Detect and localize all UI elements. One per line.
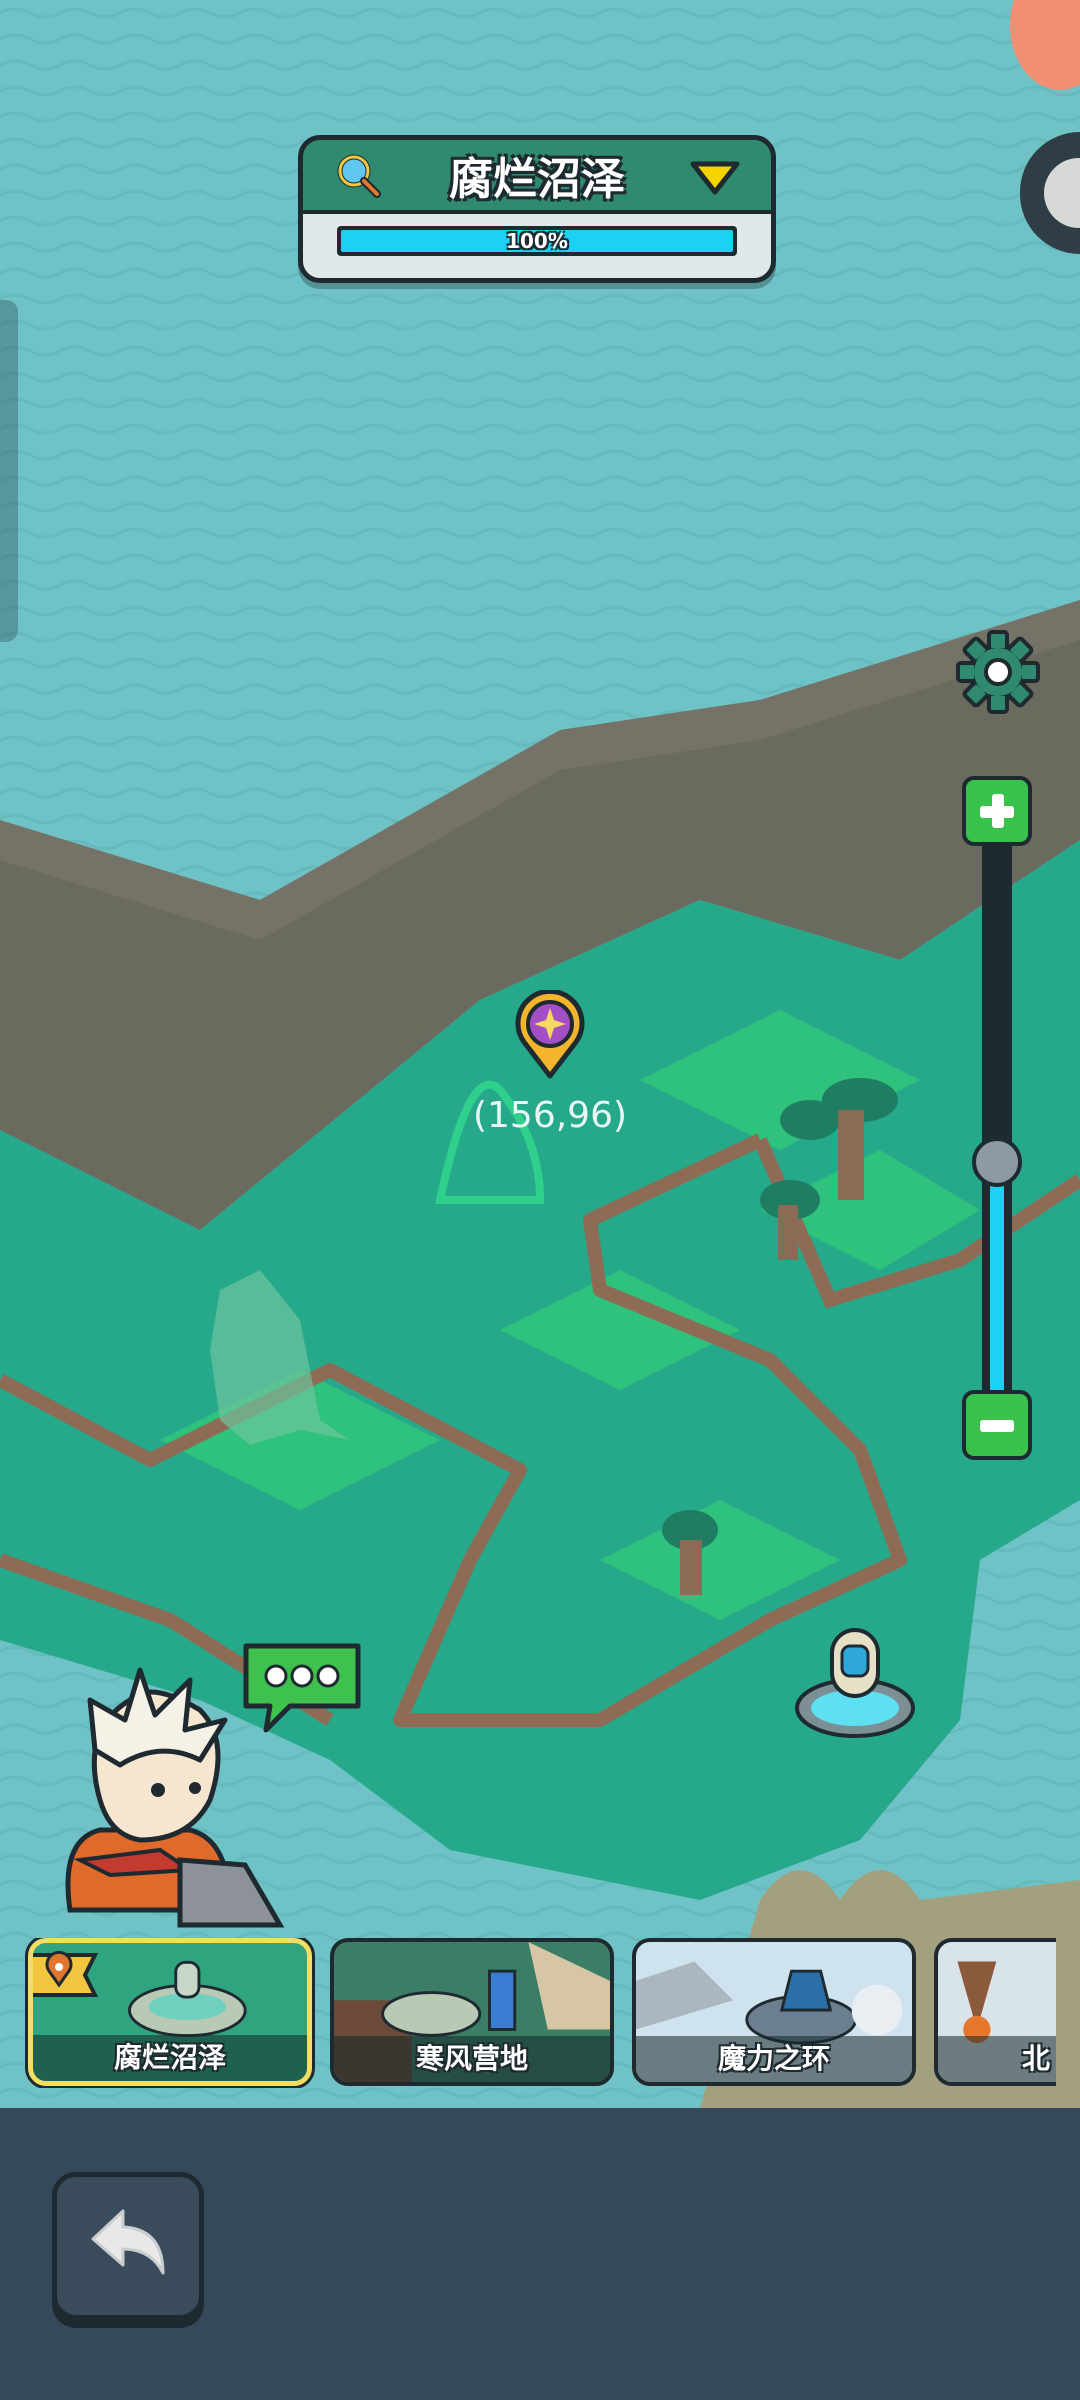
map-card-north[interactable]: 北 — [934, 1938, 1056, 2086]
card-label: 北 — [938, 2036, 1056, 2082]
card-label: 魔力之环 — [636, 2036, 912, 2082]
zoom-slider-handle[interactable] — [972, 1136, 1022, 1187]
coordinate-label: (156,96) — [472, 1095, 628, 1136]
map-card-rotten-swamp[interactable]: 腐烂沼泽 — [25, 1938, 315, 2088]
back-arrow-icon — [91, 2209, 165, 2275]
card-label: 寒风营地 — [334, 2036, 610, 2082]
left-drawer-handle[interactable] — [0, 300, 18, 642]
card-label: 腐烂沼泽 — [33, 2035, 307, 2081]
back-button[interactable] — [52, 2172, 204, 2320]
exploration-progress: 100% — [303, 210, 771, 278]
location-flag-icon — [33, 1950, 99, 1997]
map-card-magic-ring[interactable]: 魔力之环 — [632, 1938, 916, 2086]
zoom-slider[interactable] — [982, 846, 1012, 1390]
gear-icon[interactable] — [956, 630, 1040, 714]
magnifier-icon[interactable] — [333, 150, 383, 200]
portal-icon[interactable] — [790, 1620, 920, 1740]
region-title-bar: 腐烂沼泽 — [303, 140, 771, 210]
location-pin-icon[interactable] — [512, 990, 588, 1080]
progress-text: 100% — [506, 229, 568, 253]
zoom-out-button[interactable] — [962, 1390, 1032, 1460]
zoom-fill — [990, 1161, 1004, 1390]
progress-track: 100% — [337, 226, 737, 256]
triangle-down-icon[interactable] — [689, 158, 741, 198]
map-card-cold-wind-camp[interactable]: 寒风营地 — [330, 1938, 614, 2086]
chat-bubble-icon[interactable] — [238, 1638, 366, 1736]
region-selector[interactable]: 腐烂沼泽 100% — [298, 135, 776, 283]
region-name: 腐烂沼泽 — [449, 154, 625, 205]
map-card-list: 腐烂沼泽 寒风营地 魔力之环 北 — [0, 1938, 1056, 2088]
zoom-in-button[interactable] — [962, 776, 1032, 846]
